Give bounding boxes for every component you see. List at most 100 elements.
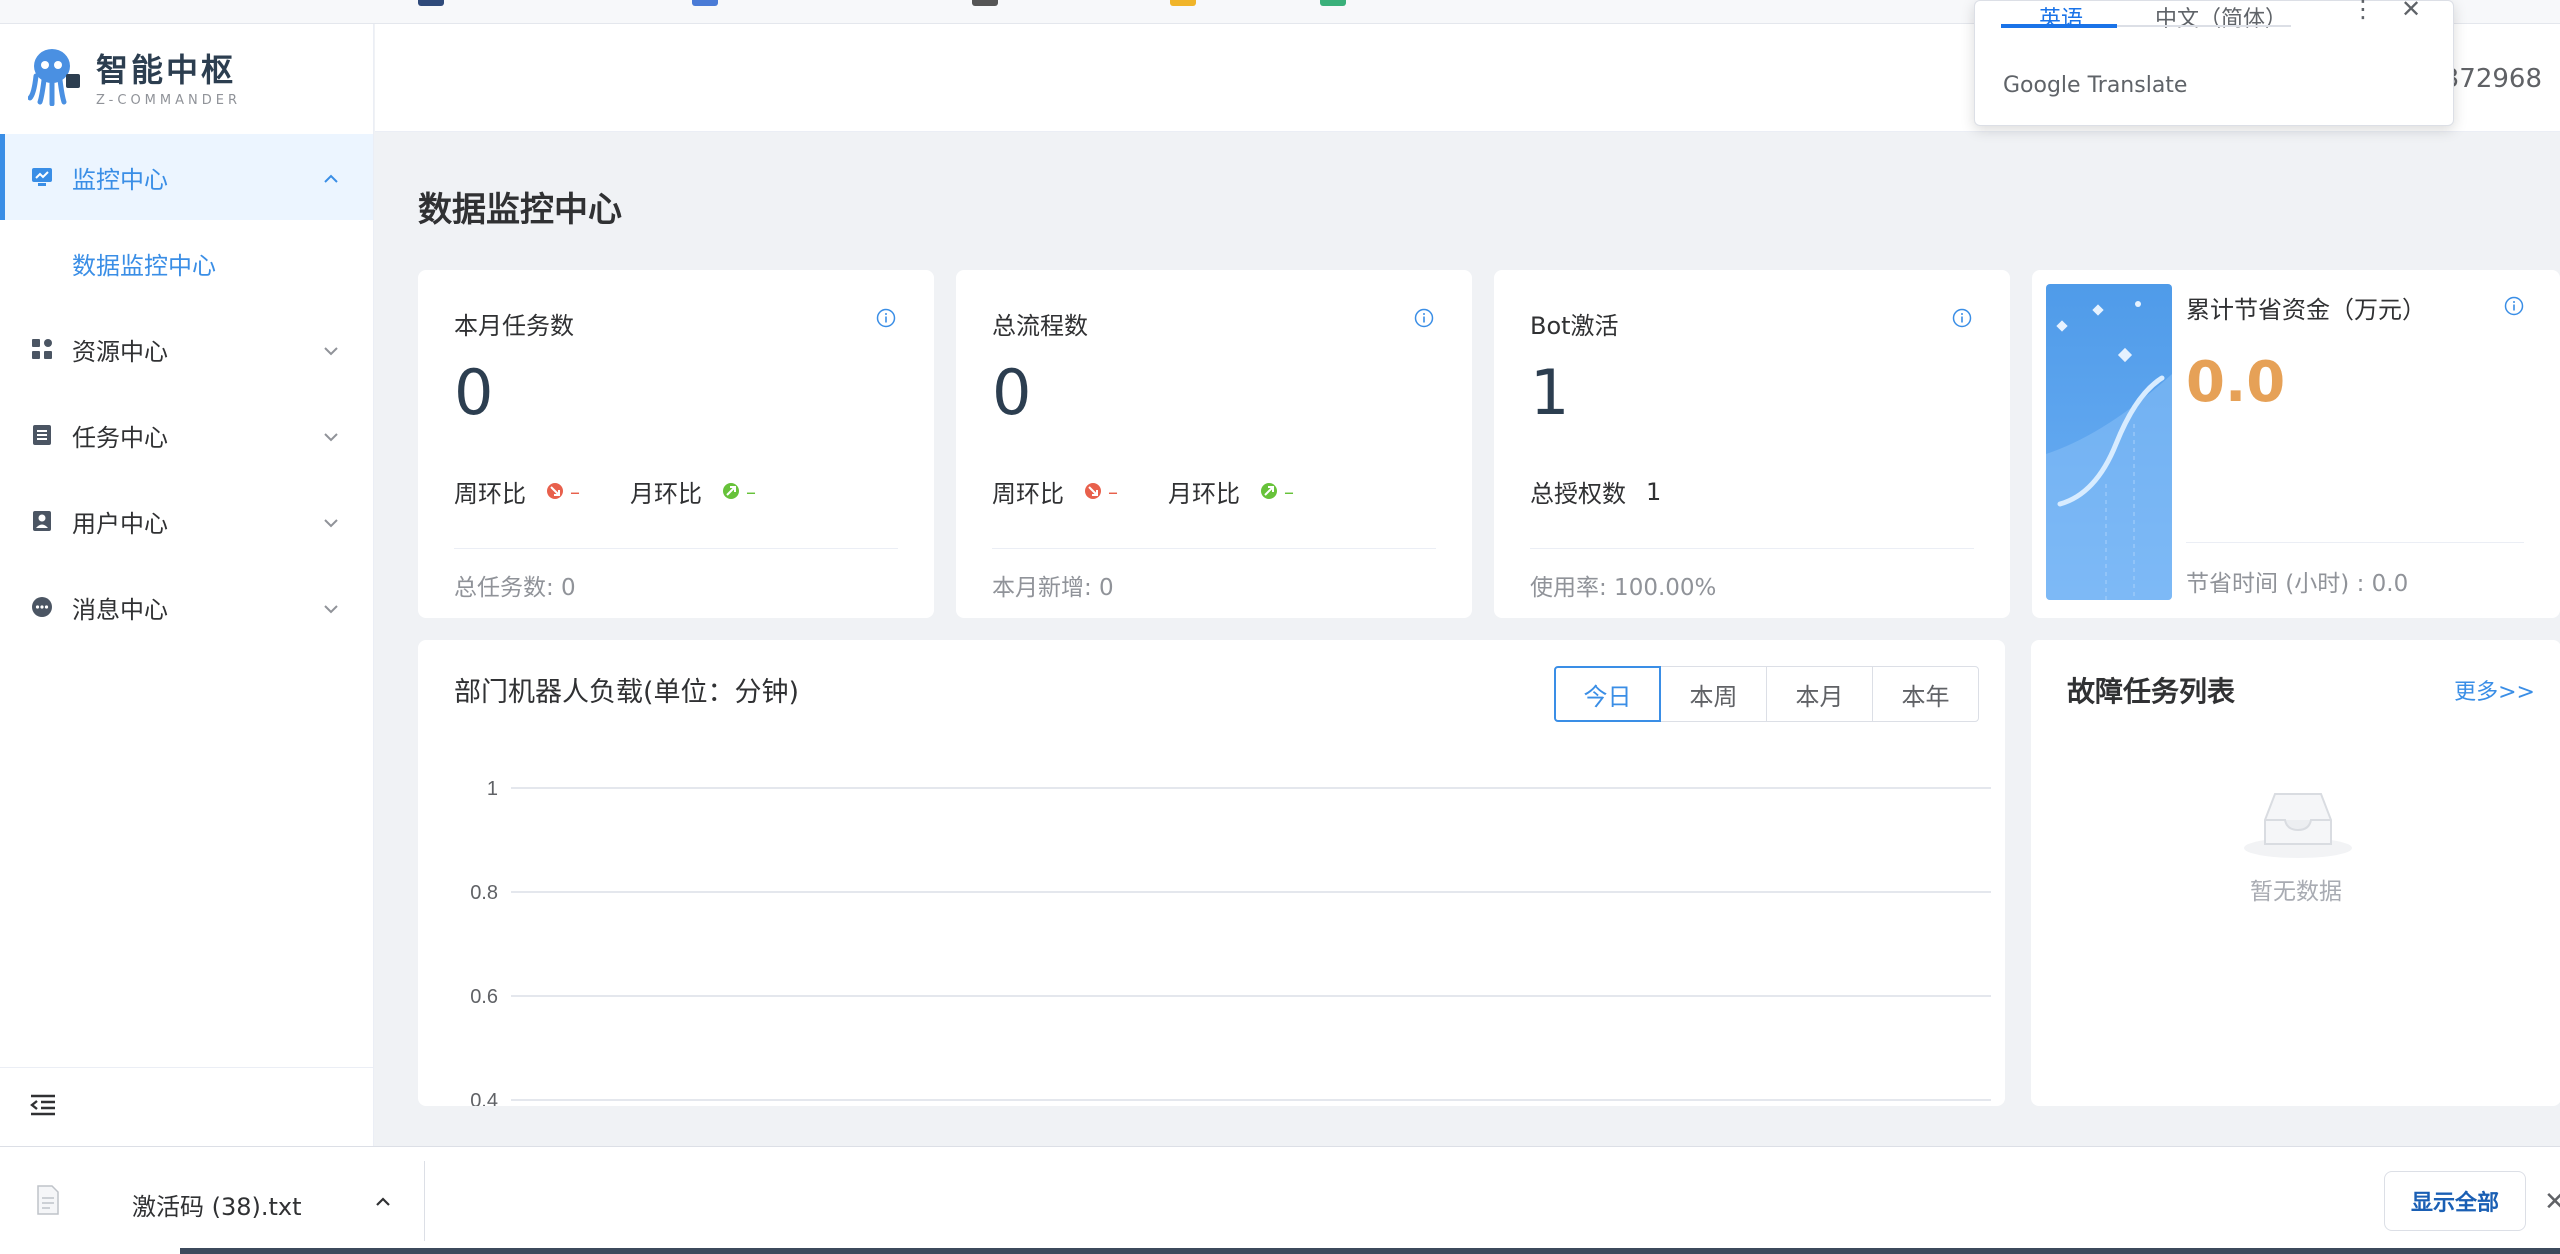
robot-load-chart-card: 部门机器人负载(单位：分钟) 今日 本周 本月 本年 1 0.8 0.6 0.4 bbox=[418, 640, 2005, 1106]
translate-tab-indicator bbox=[2001, 24, 2117, 28]
logo-title: 智能中枢 bbox=[96, 50, 237, 89]
fault-task-list-card: 故障任务列表 更多>> 暂无数据 bbox=[2031, 640, 2560, 1106]
sidebar-item-label: 用户中心 bbox=[72, 509, 168, 538]
sidebar-item-label: 消息中心 bbox=[72, 595, 168, 624]
google-translate-brand: Google Translate bbox=[2003, 73, 2188, 98]
sidebar-item-task-center[interactable]: 任务中心 bbox=[0, 392, 373, 478]
license-row: 总授权数 1 bbox=[1530, 474, 1661, 509]
stat-card-footer: 本月新增: 0 bbox=[992, 575, 1114, 601]
chevron-down-icon bbox=[321, 339, 341, 359]
license-label: 总授权数 bbox=[1530, 480, 1626, 508]
list-icon bbox=[30, 423, 54, 447]
sidebar-subitem-data-monitor[interactable]: 数据监控中心 bbox=[0, 220, 373, 306]
stat-card-bot-activation: Bot激活 1 总授权数 1 使用率: 100.00% bbox=[1494, 270, 2010, 618]
user-icon bbox=[30, 509, 54, 533]
bookmark-icon[interactable] bbox=[1320, 0, 1346, 6]
window-bottom-edge bbox=[180, 1248, 2560, 1254]
show-all-downloads-button[interactable]: 显示全部 bbox=[2384, 1171, 2526, 1231]
month-ratio-value: – bbox=[746, 479, 756, 504]
bookmark-icon[interactable] bbox=[692, 0, 718, 6]
stat-value: 0 bbox=[992, 356, 1032, 429]
empty-inbox-icon bbox=[2241, 780, 2355, 860]
collapse-sidebar-icon[interactable] bbox=[28, 1090, 58, 1120]
stat-card-savings: 累计节省资金（万元） 0.0 节省时间 (小时) : 0.0 bbox=[2032, 270, 2560, 618]
stat-value: 0 bbox=[454, 356, 494, 429]
stat-card-total-processes: 总流程数 0 周环比 – 月环比 – 本月新增: 0 bbox=[956, 270, 1472, 618]
info-icon[interactable] bbox=[1952, 308, 1972, 328]
stat-value: 0.0 bbox=[2186, 350, 2286, 415]
bookmark-icon[interactable] bbox=[972, 0, 998, 6]
logo-subtitle: Z-COMMANDER bbox=[96, 92, 241, 108]
sidebar-item-label: 任务中心 bbox=[72, 423, 168, 452]
y-tick-label: 1 bbox=[487, 778, 498, 800]
sidebar-item-label: 资源中心 bbox=[72, 337, 168, 366]
license-value: 1 bbox=[1646, 477, 1662, 506]
file-icon bbox=[36, 1185, 60, 1215]
card-divider bbox=[454, 548, 898, 549]
stat-card-title: Bot激活 bbox=[1530, 312, 1619, 340]
google-translate-popup: 英语 中文（简体） ⋮ ✕ Google Translate bbox=[1974, 0, 2454, 126]
info-icon[interactable] bbox=[1414, 308, 1434, 328]
chart-plot: 1 0.8 0.6 0.4 bbox=[470, 778, 1991, 1106]
tab-today[interactable]: 今日 bbox=[1554, 666, 1661, 722]
chevron-up-icon bbox=[321, 167, 341, 187]
chevron-up-icon[interactable] bbox=[372, 1191, 394, 1213]
stat-card-footer: 总任务数: 0 bbox=[454, 575, 576, 601]
sidebar-menu: 监控中心 数据监控中心 资源中心 任务中心 用户中心 消息中心 bbox=[0, 134, 373, 650]
week-ratio-label: 周环比 bbox=[454, 480, 526, 508]
download-shelf: 激活码 (38).txt 显示全部 ✕ bbox=[0, 1146, 2560, 1254]
sidebar: 智能中枢 Z-COMMANDER 监控中心 数据监控中心 资源中心 任务中心 用… bbox=[0, 24, 374, 1146]
savings-illustration bbox=[2046, 284, 2172, 600]
card-divider bbox=[992, 548, 1436, 549]
header-user-id: 372968 bbox=[2442, 64, 2542, 94]
sidebar-item-user-center[interactable]: 用户中心 bbox=[0, 478, 373, 564]
translate-tab-target[interactable]: 中文（简体） bbox=[2155, 1, 2287, 33]
app-logo[interactable]: 智能中枢 Z-COMMANDER bbox=[27, 44, 241, 108]
sidebar-item-label: 监控中心 bbox=[72, 165, 168, 194]
y-tick-label: 0.8 bbox=[470, 882, 498, 904]
page-title: 数据监控中心 bbox=[418, 190, 622, 230]
trend-down-icon bbox=[546, 478, 564, 506]
close-icon[interactable]: ✕ bbox=[2544, 1187, 2560, 1217]
chevron-down-icon bbox=[321, 425, 341, 445]
stat-card-title: 累计节省资金（万元） bbox=[2186, 296, 2426, 324]
chevron-down-icon bbox=[321, 511, 341, 531]
stat-card-monthly-tasks: 本月任务数 0 周环比 – 月环比 – 总任务数: 0 bbox=[418, 270, 934, 618]
close-icon[interactable]: ✕ bbox=[2401, 0, 2421, 23]
download-divider bbox=[424, 1161, 425, 1241]
stat-card-title: 总流程数 bbox=[992, 312, 1088, 340]
card-divider bbox=[1530, 548, 1974, 549]
trend-down-icon bbox=[1084, 478, 1102, 506]
month-ratio-label: 月环比 bbox=[630, 480, 702, 508]
stat-card-title: 本月任务数 bbox=[454, 312, 574, 340]
card-divider bbox=[2186, 542, 2524, 543]
more-link[interactable]: 更多>> bbox=[2454, 674, 2535, 706]
month-ratio-label: 月环比 bbox=[1168, 480, 1240, 508]
stat-value: 1 bbox=[1530, 356, 1570, 429]
fault-list-title: 故障任务列表 bbox=[2067, 675, 2236, 708]
download-file-name[interactable]: 激活码 (38).txt bbox=[132, 1187, 302, 1222]
main-content: 数据监控中心 本月任务数 0 周环比 – 月环比 – 总任务数: 0 总流程数 … bbox=[375, 132, 2560, 1146]
week-ratio-label: 周环比 bbox=[992, 480, 1064, 508]
bookmark-icon[interactable] bbox=[1170, 0, 1196, 6]
octopus-logo-icon bbox=[27, 46, 82, 107]
sidebar-item-message-center[interactable]: 消息中心 bbox=[0, 564, 373, 650]
bookmark-icon[interactable] bbox=[418, 0, 444, 6]
info-icon[interactable] bbox=[2504, 296, 2524, 316]
translate-tab-source[interactable]: 英语 bbox=[2039, 1, 2083, 33]
sidebar-item-monitor-center[interactable]: 监控中心 bbox=[0, 134, 373, 220]
stat-card-footer: 节省时间 (小时) : 0.0 bbox=[2186, 571, 2409, 597]
ratio-row: 周环比 – 月环比 – bbox=[992, 474, 1344, 509]
trend-up-icon bbox=[1260, 478, 1278, 506]
stat-card-footer: 使用率: 100.00% bbox=[1530, 575, 1717, 601]
week-ratio-value: – bbox=[570, 479, 580, 504]
y-tick-label: 0.4 bbox=[470, 1090, 498, 1106]
grid-icon bbox=[30, 337, 54, 361]
sidebar-item-resource-center[interactable]: 资源中心 bbox=[0, 306, 373, 392]
week-ratio-value: – bbox=[1108, 479, 1118, 504]
chevron-down-icon bbox=[321, 597, 341, 617]
info-icon[interactable] bbox=[876, 308, 896, 328]
more-vertical-icon[interactable]: ⋮ bbox=[2351, 0, 2375, 23]
message-icon bbox=[30, 595, 54, 619]
trend-up-icon bbox=[722, 478, 740, 506]
